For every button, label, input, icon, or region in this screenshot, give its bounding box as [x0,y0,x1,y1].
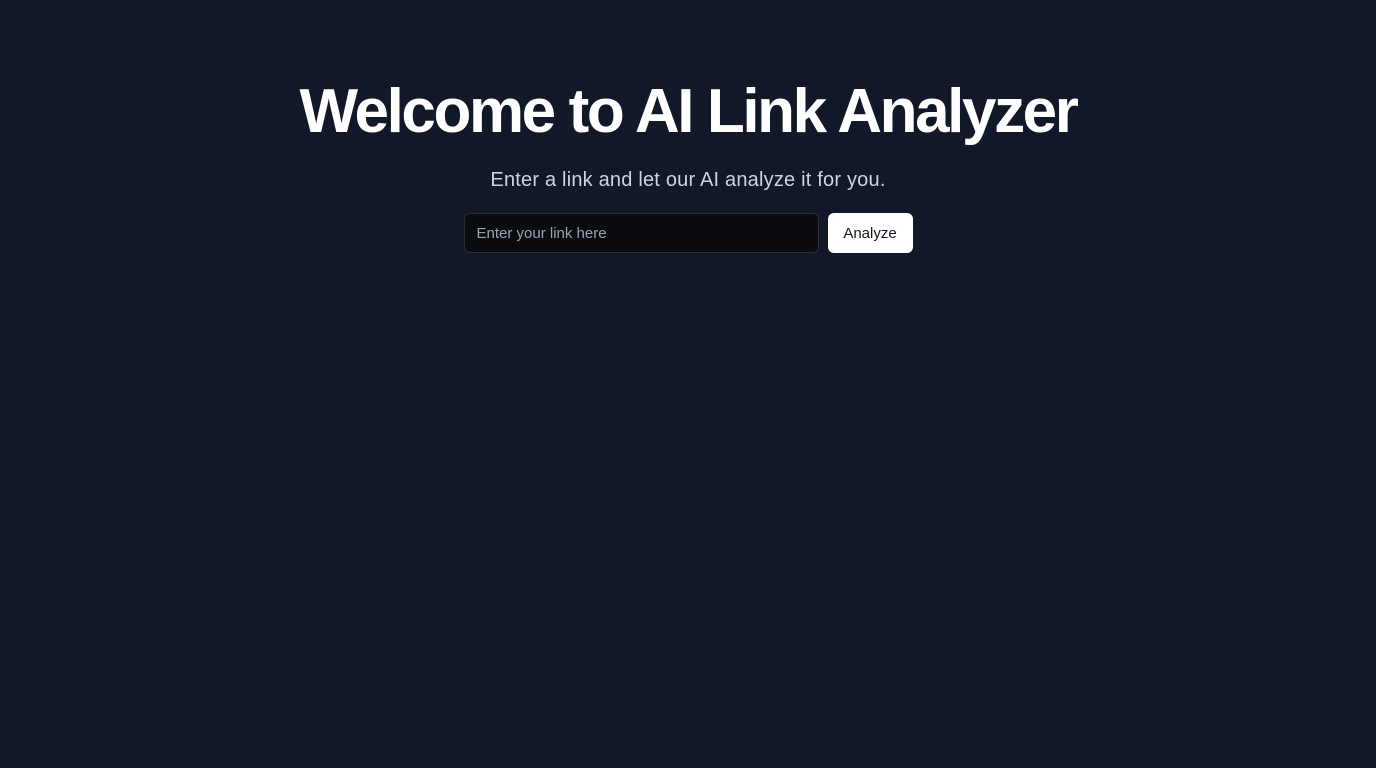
page-title: Welcome to AI Link Analyzer [299,77,1079,146]
analyze-button[interactable]: Analyze [827,213,913,253]
page: Welcome to AI Link Analyzer Enter a link… [0,0,1376,768]
link-input[interactable] [463,213,819,253]
link-form: Analyze [463,213,913,253]
page-subtitle: Enter a link and let our AI analyze it f… [490,169,886,191]
hero-section: Welcome to AI Link Analyzer Enter a link… [0,0,1376,253]
